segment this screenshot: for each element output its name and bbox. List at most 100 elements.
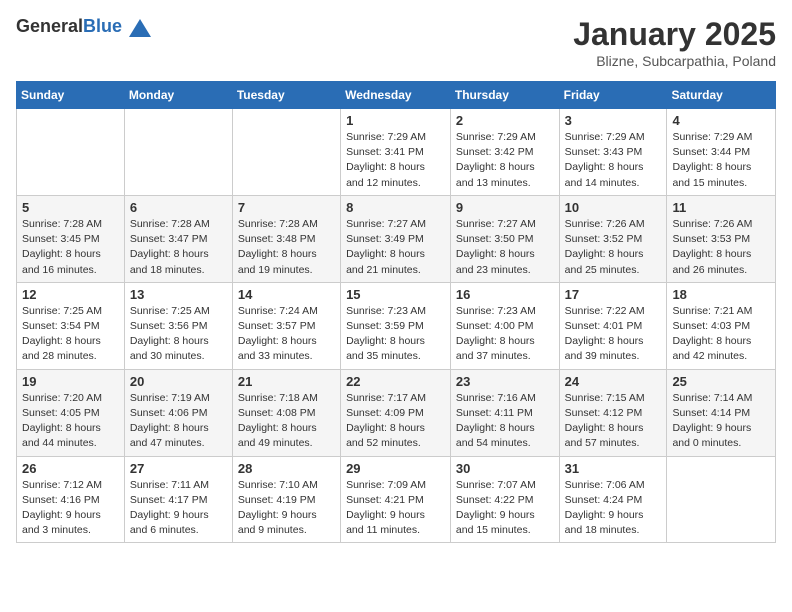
day-info: Sunrise: 7:14 AM Sunset: 4:14 PM Dayligh…: [672, 391, 770, 452]
table-row: [232, 109, 340, 196]
day-info: Sunrise: 7:17 AM Sunset: 4:09 PM Dayligh…: [346, 391, 445, 452]
day-number: 27: [130, 461, 227, 476]
calendar-week-row: 1Sunrise: 7:29 AM Sunset: 3:41 PM Daylig…: [17, 109, 776, 196]
day-info: Sunrise: 7:27 AM Sunset: 3:50 PM Dayligh…: [456, 217, 554, 278]
table-row: 13 Sunrise: 7:25 AM Sunset: 3:56 PM Dayli…: [124, 282, 232, 369]
day-info: Sunrise: 7:25 AM Sunset: 3:56 PM Dayligh…: [130, 304, 227, 365]
day-info: Sunrise: 7:28 AM Sunset: 3:48 PM Dayligh…: [238, 217, 335, 278]
calendar-location: Blizne, Subcarpathia, Poland: [573, 53, 776, 69]
day-info: Sunrise: 7:26 AM Sunset: 3:53 PM Dayligh…: [672, 217, 770, 278]
table-row: 9 Sunrise: 7:27 AM Sunset: 3:50 PM Daylig…: [450, 195, 559, 282]
calendar-week-row: 26 Sunrise: 7:12 AM Sunset: 4:16 PM Dayli…: [17, 456, 776, 543]
calendar-title: January 2025: [573, 16, 776, 53]
day-number: 17: [565, 287, 662, 302]
day-number: 24: [565, 374, 662, 389]
day-info: Sunrise: 7:29 AM Sunset: 3:41 PM Dayligh…: [346, 130, 445, 191]
day-number: 3: [565, 113, 662, 128]
table-row: 31 Sunrise: 7:06 AM Sunset: 4:24 PM Dayli…: [559, 456, 667, 543]
table-row: 12 Sunrise: 7:25 AM Sunset: 3:54 PM Dayli…: [17, 282, 125, 369]
calendar-header-row: Sunday Monday Tuesday Wednesday Thursday…: [17, 82, 776, 109]
day-info: Sunrise: 7:20 AM Sunset: 4:05 PM Dayligh…: [22, 391, 119, 452]
day-number: 13: [130, 287, 227, 302]
header: GeneralBlue January 2025 Blizne, Subcarp…: [16, 16, 776, 69]
day-number: 7: [238, 200, 335, 215]
day-number: 11: [672, 200, 770, 215]
day-info: Sunrise: 7:18 AM Sunset: 4:08 PM Dayligh…: [238, 391, 335, 452]
day-number: 30: [456, 461, 554, 476]
table-row: 18 Sunrise: 7:21 AM Sunset: 4:03 PM Dayli…: [667, 282, 776, 369]
table-row: 1Sunrise: 7:29 AM Sunset: 3:41 PM Daylig…: [341, 109, 451, 196]
table-row: 8 Sunrise: 7:27 AM Sunset: 3:49 PM Daylig…: [341, 195, 451, 282]
day-info: Sunrise: 7:24 AM Sunset: 3:57 PM Dayligh…: [238, 304, 335, 365]
day-number: 19: [22, 374, 119, 389]
day-info: Sunrise: 7:25 AM Sunset: 3:54 PM Dayligh…: [22, 304, 119, 365]
day-number: 26: [22, 461, 119, 476]
table-row: 26 Sunrise: 7:12 AM Sunset: 4:16 PM Dayli…: [17, 456, 125, 543]
table-row: 11 Sunrise: 7:26 AM Sunset: 3:53 PM Dayli…: [667, 195, 776, 282]
day-info: Sunrise: 7:09 AM Sunset: 4:21 PM Dayligh…: [346, 478, 445, 539]
col-wednesday: Wednesday: [341, 82, 451, 109]
day-number: 8: [346, 200, 445, 215]
col-thursday: Thursday: [450, 82, 559, 109]
table-row: 29 Sunrise: 7:09 AM Sunset: 4:21 PM Dayli…: [341, 456, 451, 543]
day-number: 22: [346, 374, 445, 389]
calendar-week-row: 5 Sunrise: 7:28 AM Sunset: 3:45 PM Daylig…: [17, 195, 776, 282]
day-info: Sunrise: 7:19 AM Sunset: 4:06 PM Dayligh…: [130, 391, 227, 452]
day-number: 12: [22, 287, 119, 302]
day-info: Sunrise: 7:27 AM Sunset: 3:49 PM Dayligh…: [346, 217, 445, 278]
day-number: 16: [456, 287, 554, 302]
logo-general-text: General: [16, 16, 83, 36]
day-number: 31: [565, 461, 662, 476]
day-number: 28: [238, 461, 335, 476]
table-row: 27Sunrise: 7:11 AM Sunset: 4:17 PM Dayli…: [124, 456, 232, 543]
table-row: 7 Sunrise: 7:28 AM Sunset: 3:48 PM Daylig…: [232, 195, 340, 282]
day-info: Sunrise: 7:28 AM Sunset: 3:45 PM Dayligh…: [22, 217, 119, 278]
day-info: Sunrise: 7:23 AM Sunset: 4:00 PM Dayligh…: [456, 304, 554, 365]
day-info: Sunrise: 7:23 AM Sunset: 3:59 PM Dayligh…: [346, 304, 445, 365]
day-number: 20: [130, 374, 227, 389]
day-info: Sunrise: 7:06 AM Sunset: 4:24 PM Dayligh…: [565, 478, 662, 539]
table-row: 14 Sunrise: 7:24 AM Sunset: 3:57 PM Dayli…: [232, 282, 340, 369]
day-number: 2: [456, 113, 554, 128]
day-info: Sunrise: 7:29 AM Sunset: 3:42 PM Dayligh…: [456, 130, 554, 191]
table-row: 24Sunrise: 7:15 AM Sunset: 4:12 PM Dayli…: [559, 369, 667, 456]
calendar-table: Sunday Monday Tuesday Wednesday Thursday…: [16, 81, 776, 543]
table-row: [124, 109, 232, 196]
table-row: 4Sunrise: 7:29 AM Sunset: 3:44 PM Daylig…: [667, 109, 776, 196]
day-info: Sunrise: 7:12 AM Sunset: 4:16 PM Dayligh…: [22, 478, 119, 539]
logo-blue-text: Blue: [83, 16, 122, 36]
table-row: 3 Sunrise: 7:29 AM Sunset: 3:43 PM Daylig…: [559, 109, 667, 196]
day-info: Sunrise: 7:10 AM Sunset: 4:19 PM Dayligh…: [238, 478, 335, 539]
day-number: 5: [22, 200, 119, 215]
day-number: 4: [672, 113, 770, 128]
table-row: 23Sunrise: 7:16 AM Sunset: 4:11 PM Dayli…: [450, 369, 559, 456]
table-row: [667, 456, 776, 543]
table-row: 22 Sunrise: 7:17 AM Sunset: 4:09 PM Dayli…: [341, 369, 451, 456]
col-tuesday: Tuesday: [232, 82, 340, 109]
day-number: 29: [346, 461, 445, 476]
day-number: 14: [238, 287, 335, 302]
table-row: 20 Sunrise: 7:19 AM Sunset: 4:06 PM Dayli…: [124, 369, 232, 456]
day-number: 18: [672, 287, 770, 302]
day-info: Sunrise: 7:26 AM Sunset: 3:52 PM Dayligh…: [565, 217, 662, 278]
table-row: 21 Sunrise: 7:18 AM Sunset: 4:08 PM Dayli…: [232, 369, 340, 456]
day-number: 9: [456, 200, 554, 215]
table-row: 10Sunrise: 7:26 AM Sunset: 3:52 PM Dayli…: [559, 195, 667, 282]
day-number: 6: [130, 200, 227, 215]
day-number: 21: [238, 374, 335, 389]
table-row: 19 Sunrise: 7:20 AM Sunset: 4:05 PM Dayli…: [17, 369, 125, 456]
logo: GeneralBlue: [16, 16, 151, 37]
table-row: 16 Sunrise: 7:23 AM Sunset: 4:00 PM Dayli…: [450, 282, 559, 369]
table-row: [17, 109, 125, 196]
table-row: 15Sunrise: 7:23 AM Sunset: 3:59 PM Dayli…: [341, 282, 451, 369]
col-friday: Friday: [559, 82, 667, 109]
day-info: Sunrise: 7:21 AM Sunset: 4:03 PM Dayligh…: [672, 304, 770, 365]
calendar-week-row: 19 Sunrise: 7:20 AM Sunset: 4:05 PM Dayli…: [17, 369, 776, 456]
col-monday: Monday: [124, 82, 232, 109]
day-number: 23: [456, 374, 554, 389]
table-row: 6Sunrise: 7:28 AM Sunset: 3:47 PM Daylig…: [124, 195, 232, 282]
day-info: Sunrise: 7:22 AM Sunset: 4:01 PM Dayligh…: [565, 304, 662, 365]
logo-icon: [129, 19, 151, 37]
day-info: Sunrise: 7:29 AM Sunset: 3:43 PM Dayligh…: [565, 130, 662, 191]
day-info: Sunrise: 7:07 AM Sunset: 4:22 PM Dayligh…: [456, 478, 554, 539]
